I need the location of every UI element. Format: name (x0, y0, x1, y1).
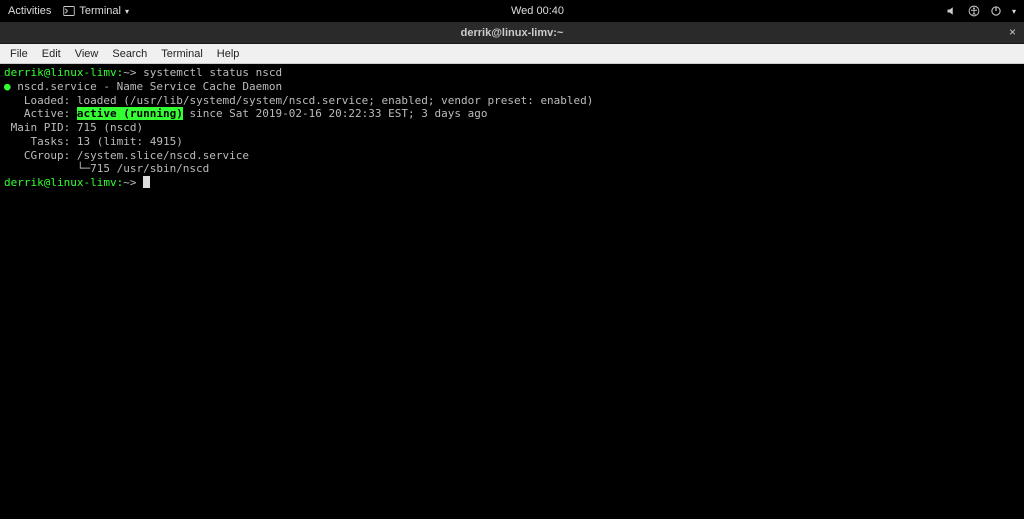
loaded-label: Loaded: (4, 94, 77, 107)
mainpid-label: Main PID: (4, 121, 77, 134)
current-app-indicator[interactable]: Terminal ▾ (63, 5, 129, 17)
close-button[interactable]: × (1009, 25, 1016, 39)
cgroup-label: CGroup: (4, 149, 77, 162)
volume-icon[interactable] (946, 5, 958, 17)
accessibility-icon[interactable] (968, 5, 980, 17)
terminal-menubar: File Edit View Search Terminal Help (0, 44, 1024, 64)
menu-file[interactable]: File (4, 46, 34, 62)
power-icon[interactable] (990, 5, 1002, 17)
current-app-label: Terminal (79, 5, 121, 17)
gnome-topbar: Activities Terminal ▾ Wed 00:40 ▾ (0, 0, 1024, 22)
command-text: systemctl status nscd (136, 66, 282, 79)
terminal-output[interactable]: derrik@linux-limv:~> systemctl status ns… (0, 64, 1024, 519)
mainpid-value: 715 (nscd) (77, 121, 143, 134)
tasks-value: 13 (limit: 4915) (77, 135, 183, 148)
active-status: active (running) (77, 107, 183, 120)
active-since: since Sat 2019-02-16 20:22:33 EST; 3 day… (183, 107, 488, 120)
active-label: Active: (4, 107, 77, 120)
system-tray[interactable]: ▾ (946, 5, 1016, 17)
clock[interactable]: Wed 00:40 (129, 5, 946, 17)
prompt-user: derrik@linux-limv: (4, 66, 123, 79)
menu-help[interactable]: Help (211, 46, 246, 62)
service-header: nscd.service - Name Service Cache Daemon (17, 80, 282, 93)
prompt-user: derrik@linux-limv: (4, 176, 123, 189)
window-titlebar[interactable]: derrik@linux-limv:~ × (0, 22, 1024, 44)
menu-terminal[interactable]: Terminal (155, 46, 209, 62)
menu-view[interactable]: View (69, 46, 105, 62)
cgroup-tree: └─715 /usr/sbin/nscd (4, 162, 209, 175)
activities-button[interactable]: Activities (8, 5, 51, 17)
cursor-icon (143, 176, 150, 188)
menu-edit[interactable]: Edit (36, 46, 67, 62)
status-bullet-icon: ● (4, 80, 11, 93)
loaded-value: loaded (/usr/lib/systemd/system/nscd.ser… (77, 94, 594, 107)
terminal-icon (63, 5, 75, 17)
prompt-path: ~> (123, 66, 136, 79)
cgroup-value: /system.slice/nscd.service (77, 149, 249, 162)
chevron-down-icon: ▾ (1012, 7, 1016, 16)
menu-search[interactable]: Search (106, 46, 153, 62)
tasks-label: Tasks: (4, 135, 77, 148)
window-title: derrik@linux-limv:~ (0, 27, 1024, 39)
prompt-path: ~> (123, 176, 136, 189)
